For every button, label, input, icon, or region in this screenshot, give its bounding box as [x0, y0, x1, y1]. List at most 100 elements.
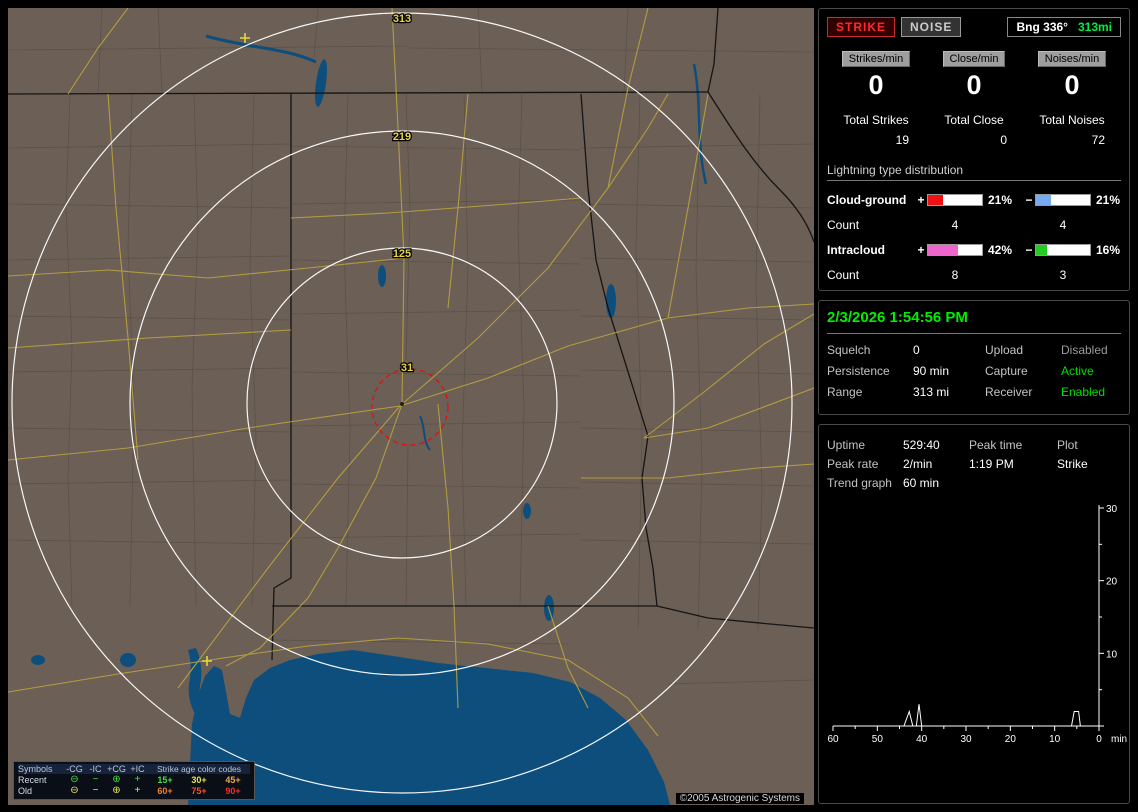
strike-legend: Symbols -CG -IC +CG +IC Strike age color… — [13, 761, 255, 800]
total-noises-value: 72 — [1091, 133, 1105, 147]
age-code-30: 30+ — [191, 775, 207, 785]
legend-row-old-label: Old — [18, 786, 33, 796]
ring-label-125: 125 — [393, 248, 411, 260]
legend-col-neg-ic: -IC — [85, 764, 106, 774]
range-label: Range — [827, 385, 863, 399]
map-canvas: 313 219 125 31 — [8, 8, 814, 805]
cg-negative-bar-fill — [1036, 195, 1052, 205]
uptime-value: 529:40 — [903, 438, 940, 452]
receiver-label: Receiver — [985, 385, 1033, 399]
cg-negative-bar — [1035, 194, 1091, 206]
ic-count-label: Count — [827, 268, 860, 282]
map-view[interactable]: 313 219 125 31 Symbols -CG -IC +CG +IC S… — [8, 8, 814, 805]
minus-sign: − — [1025, 193, 1033, 207]
plot-value: Strike — [1057, 457, 1088, 471]
pos-ic-icon: + — [134, 774, 141, 785]
strike-stats-box: STRIKE NOISE Bng 336° 313mi Strikes/min … — [818, 8, 1130, 291]
ic-positive-count: 8 — [951, 268, 959, 282]
svg-text:20: 20 — [1106, 577, 1118, 588]
plus-sign: + — [917, 193, 925, 207]
squelch-label: Squelch — [827, 343, 871, 357]
total-strikes-value: 19 — [895, 133, 909, 147]
age-code-45: 45+ — [225, 775, 241, 785]
total-strikes-label: Total Strikes — [843, 113, 909, 127]
close-per-min-value: 0 — [966, 70, 982, 100]
age-code-90: 90+ — [225, 786, 241, 796]
svg-text:60: 60 — [827, 734, 839, 745]
svg-text:10: 10 — [1049, 734, 1061, 745]
datetime-display: 2/3/2026 1:54:56 PM — [827, 309, 968, 326]
svg-text:50: 50 — [872, 734, 884, 745]
strikes-per-min-counter: Strikes/min 0 — [827, 51, 925, 101]
upload-status: Disabled — [1061, 343, 1108, 357]
range-value: 313 mi — [913, 385, 950, 399]
ic-negative-bar — [1035, 244, 1091, 256]
neg-cg-icon: ⊖ — [70, 774, 79, 785]
cg-positive-count: 4 — [951, 218, 959, 232]
trend-box: Uptime 529:40 Peak time Plot Peak rate 2… — [818, 424, 1130, 804]
legend-col-pos-cg: +CG — [106, 764, 127, 774]
age-code-60: 60+ — [157, 786, 173, 796]
totals-row: Total Strikes Total Close Total Noises 1… — [827, 113, 1121, 147]
close-per-min-label: Close/min — [942, 51, 1006, 67]
noises-per-min-label: Noises/min — [1037, 51, 1107, 67]
neg-ic-icon: − — [92, 785, 99, 796]
cg-positive-pct: 21% — [988, 193, 1013, 207]
intracloud-label: Intracloud — [827, 243, 886, 257]
trend-graph: 0 10 20 30 40 50 60 min 10 20 30 — [827, 498, 1127, 750]
receiver-status: Enabled — [1061, 385, 1106, 399]
capture-status: Active — [1061, 364, 1094, 378]
cg-negative-pct: 21% — [1096, 193, 1121, 207]
rate-counters: Strikes/min 0 Close/min 0 Noises/min 0 — [827, 51, 1121, 101]
peak-time-label: Peak time — [969, 438, 1023, 452]
strikes-per-min-value: 0 — [868, 70, 884, 100]
system-status-box: 2/3/2026 1:54:56 PM Squelch 0 Upload Dis… — [818, 300, 1130, 415]
persistence-label: Persistence — [827, 364, 890, 378]
minus-sign: − — [1025, 243, 1033, 257]
noise-indicator[interactable]: NOISE — [901, 17, 962, 37]
total-noises-label: Total Noises — [1039, 113, 1105, 127]
divider — [827, 333, 1121, 334]
total-close-value: 0 — [1000, 133, 1007, 147]
cloud-ground-label: Cloud-ground — [827, 193, 907, 207]
svg-text:40: 40 — [916, 734, 928, 745]
pos-cg-icon: ⊕ — [112, 774, 121, 785]
ic-negative-pct: 16% — [1096, 243, 1121, 257]
ring-label-31: 31 — [401, 362, 413, 374]
legend-col-pos-ic: +IC — [127, 764, 148, 774]
ic-negative-count: 3 — [1059, 268, 1067, 282]
ic-negative-bar-fill — [1036, 245, 1048, 255]
cg-positive-bar — [927, 194, 983, 206]
svg-text:0: 0 — [1096, 734, 1102, 745]
lightning-type-distribution: Lightning type distribution Cloud-ground… — [827, 163, 1121, 282]
total-close-label: Total Close — [944, 113, 1004, 127]
cg-negative-count: 4 — [1059, 218, 1067, 232]
pos-cg-icon: ⊕ — [112, 785, 121, 796]
svg-text:30: 30 — [960, 734, 972, 745]
svg-text:10: 10 — [1106, 649, 1118, 660]
age-code-75: 75+ — [191, 786, 207, 796]
peak-rate-value: 2/min — [903, 457, 933, 471]
ring-label-219: 219 — [393, 131, 411, 143]
plot-label: Plot — [1057, 438, 1078, 452]
ic-positive-bar-fill — [928, 245, 959, 255]
control-panel: STRIKE NOISE Bng 336° 313mi Strikes/min … — [818, 0, 1138, 812]
strikes-per-min-label: Strikes/min — [841, 51, 911, 67]
cg-positive-bar-fill — [928, 195, 944, 205]
trend-graph-label: Trend graph — [827, 476, 892, 490]
svg-text:30: 30 — [1106, 504, 1118, 515]
ic-positive-bar — [927, 244, 983, 256]
neg-ic-icon: − — [92, 774, 99, 785]
bearing-display: Bng 336° 313mi — [1007, 17, 1121, 37]
strike-indicator[interactable]: STRIKE — [827, 17, 896, 37]
uptime-label: Uptime — [827, 438, 866, 452]
distribution-title: Lightning type distribution — [827, 163, 1121, 181]
bearing-label: Bng 336° — [1016, 20, 1068, 34]
copyright-text: ©2005 Astrogenic Systems — [675, 793, 804, 804]
plus-sign: + — [917, 243, 925, 257]
trend-graph-canvas: 0 10 20 30 40 50 60 min 10 20 30 — [827, 504, 1127, 745]
peak-time-value: 1:19 PM — [969, 457, 1014, 471]
close-per-min-counter: Close/min 0 — [925, 51, 1023, 101]
svg-text:min: min — [1111, 734, 1127, 745]
cg-count-label: Count — [827, 218, 860, 232]
